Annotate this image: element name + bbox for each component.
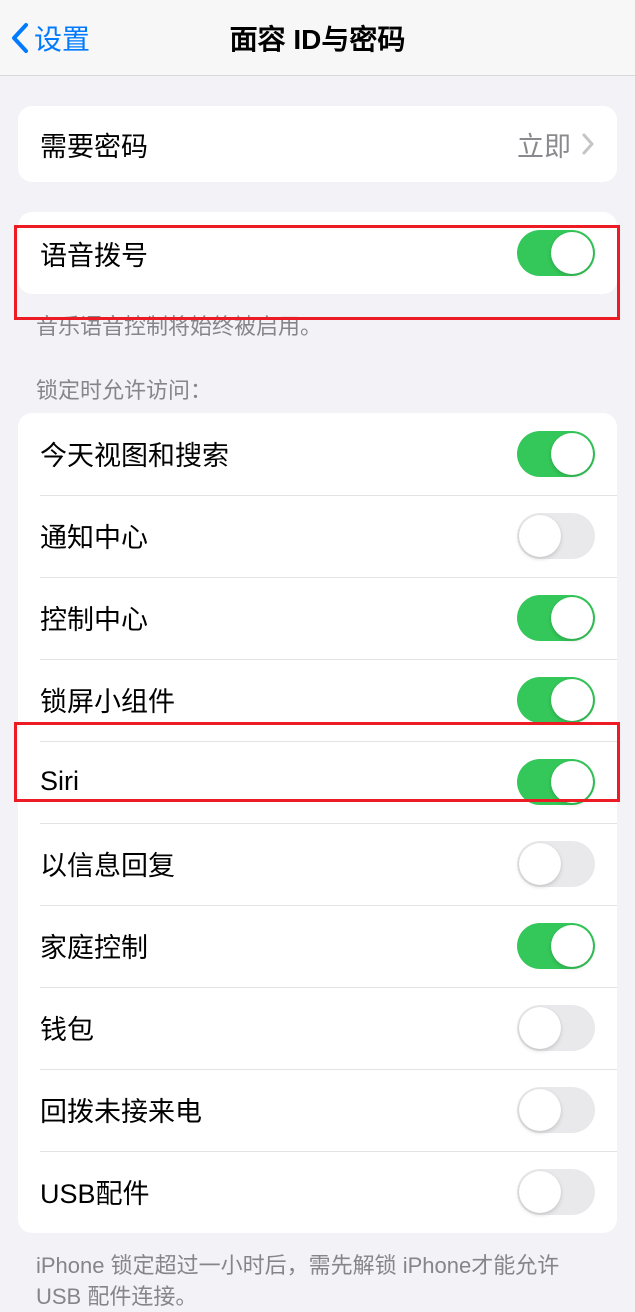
lock-access-toggle[interactable]: [517, 431, 595, 477]
lock-access-toggle[interactable]: [517, 595, 595, 641]
voice-dial-footer: 音乐语音控制将始终被启用。: [0, 302, 635, 343]
toggle-knob: [551, 925, 593, 967]
lock-access-toggle[interactable]: [517, 513, 595, 559]
toggle-knob: [519, 1171, 561, 1213]
toggle-knob: [551, 433, 593, 475]
lock-access-label: 控制中心: [40, 598, 148, 637]
lock-access-row: 通知中心: [18, 495, 617, 577]
voice-dial-group: 语音拨号: [18, 212, 617, 294]
lock-access-row: 回拨未接来电: [18, 1069, 617, 1151]
chevron-left-icon: [10, 22, 30, 54]
voice-dial-label: 语音拨号: [40, 234, 148, 273]
back-button[interactable]: 设置: [0, 18, 90, 58]
lock-access-row: 钱包: [18, 987, 617, 1069]
lock-access-toggle[interactable]: [517, 1169, 595, 1215]
lock-access-group: 今天视图和搜索通知中心控制中心锁屏小组件 Siri 以信息回复家庭控制钱包回拨未接来…: [18, 413, 617, 1233]
lock-access-label: 回拨未接来电: [40, 1090, 202, 1129]
lock-access-toggle[interactable]: [517, 1087, 595, 1133]
voice-dial-toggle[interactable]: [517, 230, 595, 276]
lock-access-label: 家庭控制: [40, 926, 148, 965]
lock-access-row: USB配件: [18, 1151, 617, 1233]
require-passcode-value-wrap: 立即: [517, 125, 595, 164]
toggle-knob: [551, 597, 593, 639]
chevron-right-icon: [581, 132, 595, 156]
lock-access-label: 锁屏小组件: [40, 680, 175, 719]
page-title: 面容 ID与密码: [230, 18, 406, 58]
lock-access-label: 通知中心: [40, 516, 148, 555]
voice-dial-row: 语音拨号: [18, 212, 617, 294]
passcode-group: 需要密码 立即: [18, 106, 617, 182]
lock-access-row: 家庭控制: [18, 905, 617, 987]
lock-access-toggle[interactable]: [517, 759, 595, 805]
toggle-knob: [519, 843, 561, 885]
toggle-knob: [519, 1089, 561, 1131]
lock-access-label: USB配件: [40, 1172, 150, 1211]
lock-access-toggle[interactable]: [517, 841, 595, 887]
lock-access-toggle[interactable]: [517, 677, 595, 723]
lock-access-label: 今天视图和搜索: [40, 434, 229, 473]
lock-access-label: Siri: [40, 766, 79, 797]
lock-access-row: 今天视图和搜索: [18, 413, 617, 495]
header-bar: 设置 面容 ID与密码: [0, 0, 635, 76]
lock-access-toggle[interactable]: [517, 923, 595, 969]
lock-access-label: 钱包: [40, 1008, 94, 1047]
lock-access-row: Siri: [18, 741, 617, 823]
toggle-knob: [519, 1007, 561, 1049]
toggle-knob: [519, 515, 561, 557]
require-passcode-row[interactable]: 需要密码 立即: [18, 106, 617, 182]
lock-access-row: 以信息回复: [18, 823, 617, 905]
lock-access-header: 锁定时允许访问：: [0, 343, 635, 413]
back-label: 设置: [34, 18, 90, 58]
require-passcode-value: 立即: [517, 125, 571, 164]
toggle-knob: [551, 679, 593, 721]
lock-access-toggle[interactable]: [517, 1005, 595, 1051]
lock-access-footer: iPhone 锁定超过一小时后，需先解锁 iPhone才能允许USB 配件连接。: [0, 1241, 635, 1312]
toggle-knob: [551, 232, 593, 274]
require-passcode-label: 需要密码: [40, 125, 148, 164]
lock-access-row: 锁屏小组件: [18, 659, 617, 741]
toggle-knob: [551, 761, 593, 803]
lock-access-row: 控制中心: [18, 577, 617, 659]
lock-access-label: 以信息回复: [40, 844, 175, 883]
